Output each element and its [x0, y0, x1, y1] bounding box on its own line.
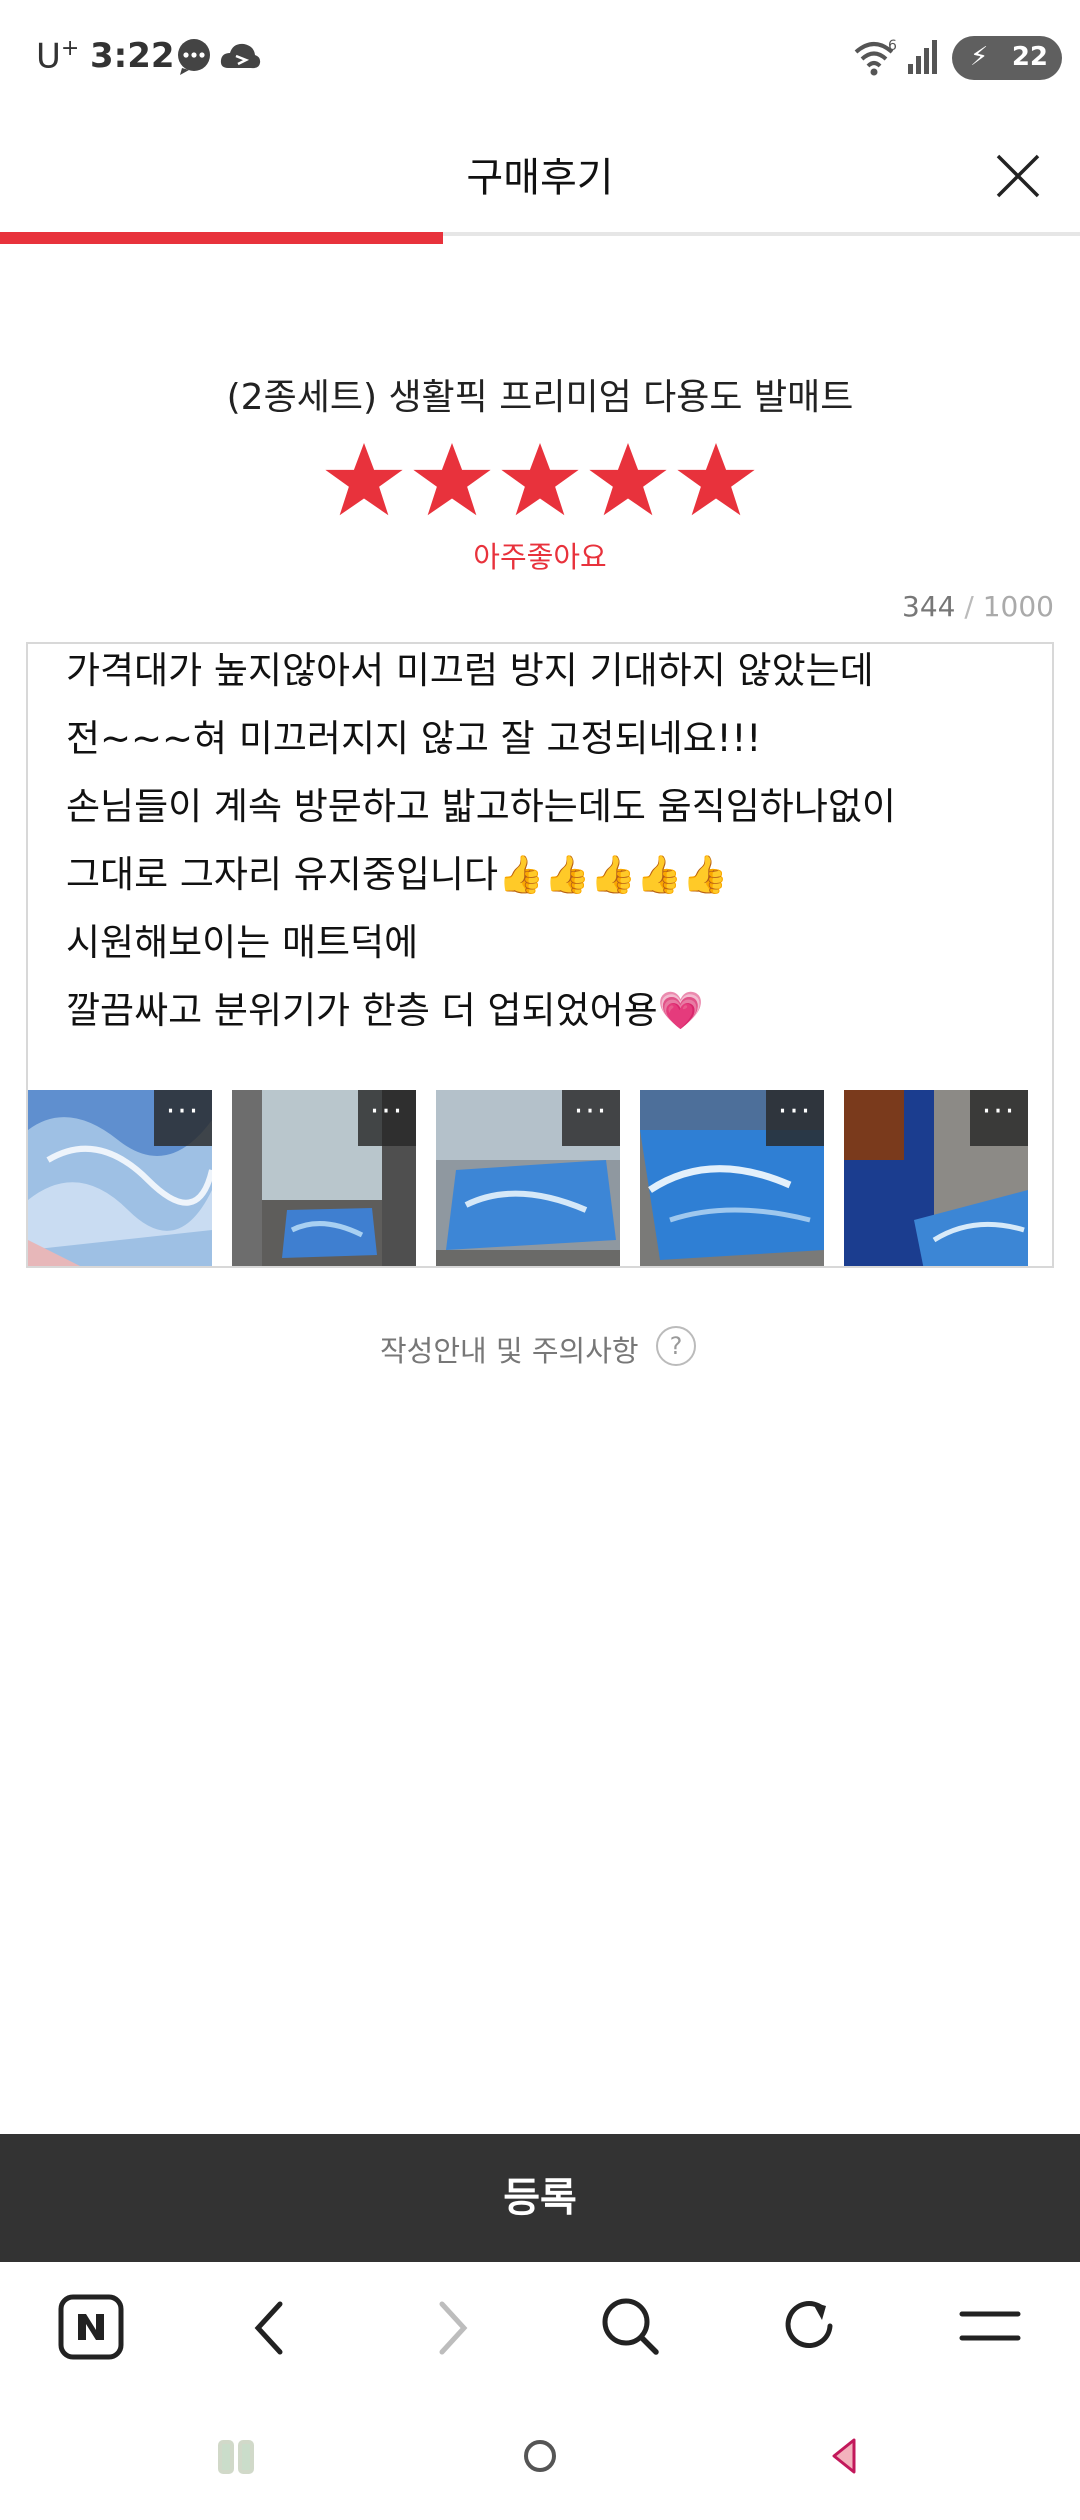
recent-apps-icon[interactable] [216, 2438, 260, 2478]
star-icon[interactable] [322, 438, 406, 522]
review-photo[interactable]: ··· [436, 1090, 620, 1266]
signal-icon [908, 40, 937, 74]
star-icon[interactable] [674, 438, 758, 522]
naver-home-icon[interactable] [58, 2294, 124, 2360]
star-icon[interactable] [410, 438, 494, 522]
more-options-button[interactable]: ··· [562, 1090, 620, 1146]
review-photo[interactable]: ··· [844, 1090, 1028, 1266]
review-line: 전~~~혀 미끄러지지 않고 잘 고정되네요!!! [66, 717, 762, 760]
star-icon[interactable] [498, 438, 582, 522]
review-line: 깔끔싸고 분위기가 한층 더 업되었어용💗 [66, 989, 704, 1032]
status-bar: U+ 3:22 6 ⚡ 22 [0, 0, 1080, 120]
wifi-icon: 6 [854, 38, 897, 76]
review-photo[interactable]: ··· [640, 1090, 824, 1266]
chat-bubble-icon [178, 39, 210, 75]
page-title: 구매후기 [466, 155, 614, 201]
star-icon[interactable] [586, 438, 670, 522]
help-icon[interactable]: ? [656, 1326, 696, 1366]
submit-button[interactable]: 등록 [0, 2134, 1080, 2262]
back-arrow-icon[interactable] [246, 2298, 294, 2358]
guide-link[interactable]: 작성안내 및 주의사항 [380, 1328, 639, 1370]
home-icon[interactable] [520, 2436, 560, 2476]
rating-label: 아주좋아요 [473, 540, 607, 574]
more-options-button[interactable]: ··· [154, 1090, 212, 1146]
menu-icon[interactable] [958, 2302, 1022, 2350]
review-line: 시원해보이는 매트덕에 [66, 921, 419, 964]
back-icon[interactable] [826, 2436, 862, 2476]
browser-toolbar [0, 2262, 1080, 2392]
review-line: 가격대가 높지않아서 미끄럼 방지 기대하지 않았는데 [66, 649, 874, 692]
review-photo[interactable]: ··· [28, 1090, 212, 1266]
forward-arrow-icon[interactable] [428, 2298, 476, 2358]
system-nav-bar [0, 2392, 1080, 2520]
battery-icon: ⚡ 22 [952, 36, 1062, 80]
more-options-button[interactable]: ··· [970, 1090, 1028, 1146]
review-textarea[interactable]: 가격대가 높지않아서 미끄럼 방지 기대하지 않았는데 전~~~혀 미끄러지지 … [26, 642, 1054, 1268]
clock: 3:22 [90, 36, 175, 76]
progress-bar [0, 232, 443, 244]
review-line: 그대로 그자리 유지중입니다👍👍👍👍👍 [66, 853, 729, 896]
review-line: 손님들이 계속 방문하고 밟고하는데도 움직임하나없이 [66, 785, 896, 828]
star-rating[interactable] [0, 438, 1080, 522]
more-options-button[interactable]: ··· [766, 1090, 824, 1146]
char-counter: 344 / 1000 [902, 590, 1054, 623]
product-name: (2종세트) 생활픽 프리미엄 다용도 발매트 [226, 377, 854, 418]
more-options-button[interactable]: ··· [358, 1090, 416, 1146]
close-icon[interactable] [990, 148, 1046, 204]
cloud-icon [220, 43, 261, 69]
svg-text:6: 6 [888, 38, 897, 54]
search-icon[interactable] [598, 2294, 662, 2358]
refresh-icon[interactable] [778, 2294, 842, 2358]
carrier-label: U+ [36, 36, 80, 77]
review-photo[interactable]: ··· [232, 1090, 416, 1266]
